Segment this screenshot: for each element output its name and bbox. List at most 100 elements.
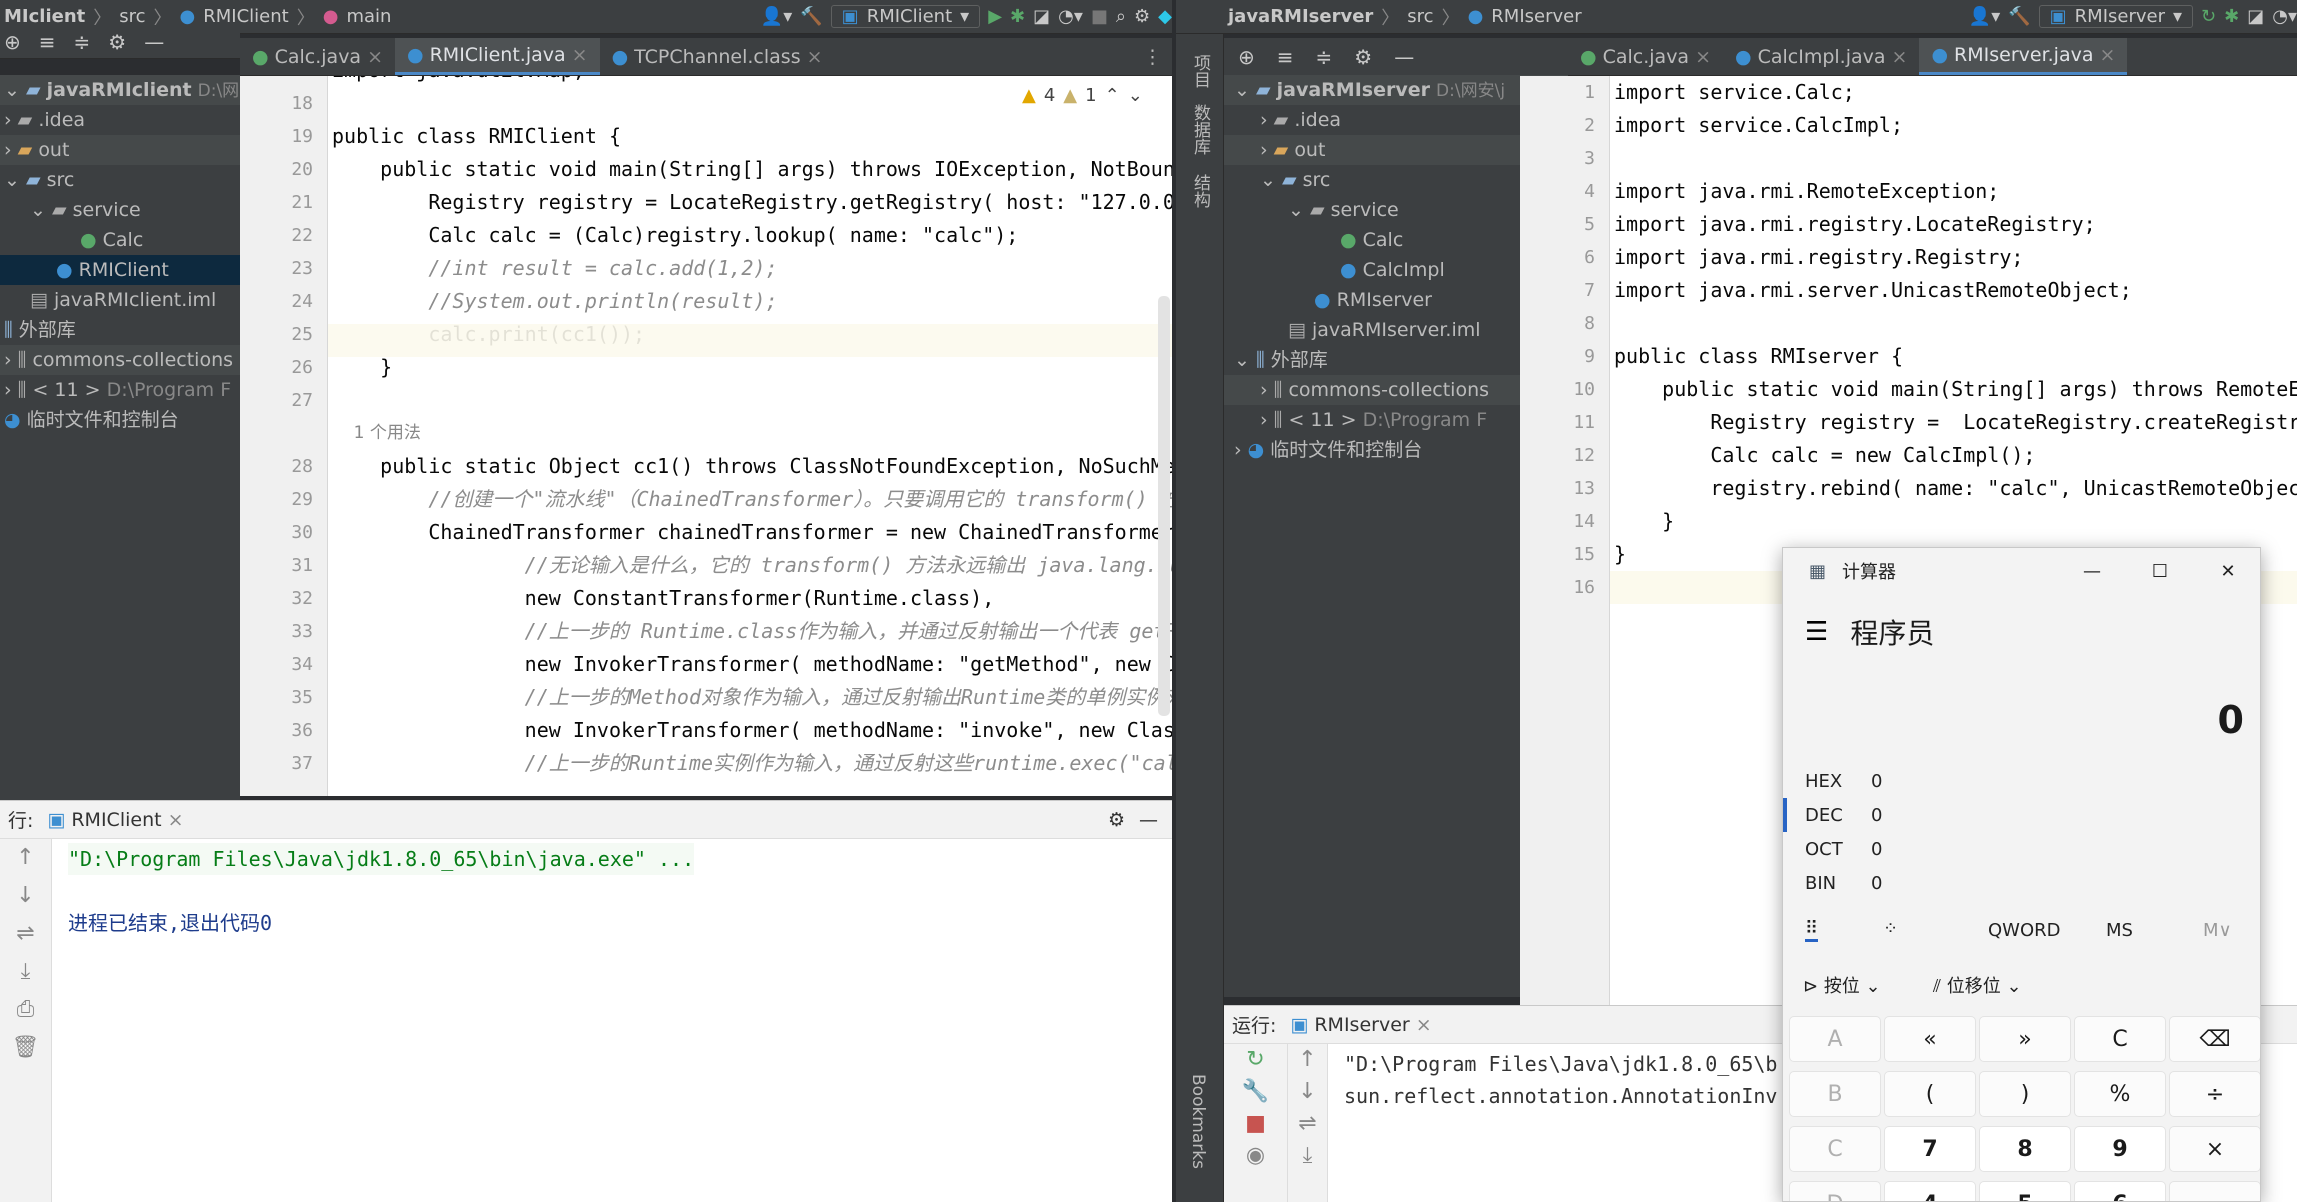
calc-key[interactable]: A	[1789, 1016, 1881, 1062]
base-row-dec[interactable]: DEC 0	[1783, 798, 2260, 832]
hammer-icon[interactable]: 🔨	[2008, 6, 2030, 27]
camera-icon[interactable]: ◉	[1224, 1140, 1287, 1172]
tree-item-rmiclient[interactable]: ● RMIClient	[0, 255, 240, 285]
tree-item-commons-collections[interactable]: › ⫼ commons-collections	[0, 345, 240, 375]
tree-item-src[interactable]: ⌄ ▰ src	[1224, 165, 1568, 195]
profile-icon[interactable]: ◔▾	[2272, 6, 2297, 27]
down-icon[interactable]: ↓	[0, 877, 51, 915]
nav-file[interactable]: RMIserver	[1491, 6, 1581, 27]
calc-key[interactable]: C	[1789, 1126, 1881, 1172]
calc-key[interactable]: ×	[2169, 1126, 2260, 1172]
calc-key[interactable]: 9	[2074, 1126, 2166, 1172]
stop-icon[interactable]: ■	[1091, 6, 1108, 27]
calc-key[interactable]: ⌫	[2169, 1016, 2260, 1062]
tree-item-scratches[interactable]: › ◕ 临时文件和控制台	[1224, 435, 1568, 465]
word-size-button[interactable]: QWORD	[1988, 920, 2061, 941]
memory-menu-button[interactable]: M∨	[2203, 920, 2232, 941]
project-tool-tab[interactable]: 项目	[1188, 54, 1213, 88]
tree-item-calc[interactable]: ● Calc	[0, 225, 240, 255]
calc-key[interactable]: 4	[1884, 1181, 1976, 1201]
chevron-up-icon[interactable]: ⌃	[1105, 85, 1120, 106]
left-console[interactable]: "D:\Program Files\Java\jdk1.8.0_65\bin\j…	[68, 843, 1168, 1193]
debug-icon[interactable]: ✱	[1010, 6, 1025, 27]
tree-item-out[interactable]: › ▰ out	[1224, 135, 1568, 165]
calc-key[interactable]: D	[1789, 1181, 1881, 1201]
tree-item-idea[interactable]: › ▰ .idea	[1224, 105, 1568, 135]
nav-src[interactable]: src	[119, 6, 145, 27]
base-row-hex[interactable]: HEX 0	[1783, 764, 2260, 798]
memory-store-button[interactable]: MS	[2106, 920, 2133, 941]
run-config-select[interactable]: ▣ RMIserver ▾	[2038, 5, 2194, 28]
close-icon[interactable]: ×	[367, 46, 383, 68]
left-scrollbar[interactable]	[1158, 296, 1170, 716]
calc-key[interactable]: )	[1979, 1071, 2071, 1117]
scroll-end-icon[interactable]: ⤓	[1288, 1140, 1327, 1172]
tree-item-calcimpl[interactable]: ● CalcImpl	[1224, 255, 1568, 285]
database-tool-tab[interactable]: 数据库	[1188, 104, 1213, 155]
collapse-all-icon[interactable]: ≑	[74, 30, 91, 54]
gear-icon[interactable]: ⚙	[108, 30, 126, 54]
rerun-icon[interactable]: ↻	[2201, 6, 2216, 27]
close-button[interactable]: ✕	[2194, 561, 2260, 582]
minimize-button[interactable]: —	[2058, 561, 2126, 582]
close-icon[interactable]: ×	[2100, 44, 2116, 66]
tree-item-root[interactable]: ⌄ ▰ javaRMIserver D:\网安\j	[1224, 75, 1568, 105]
close-icon[interactable]: ×	[1416, 1014, 1432, 1036]
minimize-icon[interactable]: —	[1394, 45, 1414, 69]
tree-item-jdk[interactable]: › ⫼ < 11 > D:\Program F	[0, 375, 240, 405]
tree-item-idea[interactable]: › ▰ .idea	[0, 105, 240, 135]
tree-item-external-libs[interactable]: ⫼ 外部库	[0, 315, 240, 345]
up-icon[interactable]: ↑	[1288, 1044, 1327, 1076]
maximize-button[interactable]: ☐	[2126, 561, 2194, 582]
bit-toggle-keypad-icon[interactable]: ⁘	[1883, 918, 1898, 939]
calc-key[interactable]: 5	[1979, 1181, 2071, 1201]
minimize-icon[interactable]: —	[144, 30, 164, 54]
profile-icon[interactable]: ◔▾	[1058, 6, 1083, 27]
base-row-oct[interactable]: OCT 0	[1783, 832, 2260, 866]
wrench-icon[interactable]: 🔧	[1224, 1076, 1287, 1108]
soft-wrap-icon[interactable]: ⇌	[1288, 1108, 1327, 1140]
bookmarks-tool-tab[interactable]: Bookmarks	[1188, 1074, 1208, 1169]
tree-item-service[interactable]: ⌄ ▰ service	[1224, 195, 1568, 225]
full-keypad-icon[interactable]: ⠿	[1805, 918, 1819, 942]
coverage-icon[interactable]: ◪	[2247, 6, 2264, 27]
trash-icon[interactable]: 🗑	[0, 1029, 51, 1067]
close-icon[interactable]: ×	[807, 46, 823, 68]
run-config-select[interactable]: ▣ RMIClient ▾	[830, 5, 981, 28]
calc-key[interactable]: ÷	[2169, 1071, 2260, 1117]
run-tab[interactable]: ▣ RMIserver ×	[1290, 1014, 1431, 1036]
calc-key[interactable]: C	[2074, 1016, 2166, 1062]
calc-key[interactable]: %	[2074, 1071, 2166, 1117]
tree-item-iml[interactable]: ▤ javaRMIserver.iml	[1224, 315, 1568, 345]
tree-item-iml[interactable]: ▤ javaRMIclient.iml	[0, 285, 240, 315]
tab-tcpchannel-class[interactable]: ● TCPChannel.class ×	[600, 38, 835, 75]
tree-item-jdk[interactable]: › ⫼ < 11 > D:\Program F	[1224, 405, 1568, 435]
tree-item-service[interactable]: ⌄ ▰ service	[0, 195, 240, 225]
stop-icon[interactable]: ■	[1224, 1108, 1287, 1140]
inspection-widget[interactable]: ▲ 4 ▲ 1 ⌃ ⌄	[1022, 82, 1172, 108]
nav-project[interactable]: javaRMIserver	[1228, 6, 1373, 27]
tree-item-commons-collections[interactable]: › ⫼ commons-collections	[1224, 375, 1568, 405]
scroll-end-icon[interactable]: ⤓	[0, 953, 51, 991]
settings-icon[interactable]: ⚙	[1134, 6, 1150, 27]
collapse-all-icon[interactable]: ≑	[1316, 45, 1333, 69]
run-tab[interactable]: ▣ RMIClient ×	[47, 809, 183, 831]
left-editor[interactable]: 17 18 19 20 21 22 23 24 25 26 27 28 29 30 31 32 33 34 35 36…	[240, 76, 1172, 796]
calc-key[interactable]: 8	[1979, 1126, 2071, 1172]
hammer-icon[interactable]: 🔨	[800, 6, 822, 27]
bitwise-dropdown[interactable]: ⊳ 按位 ⌄	[1803, 972, 1881, 998]
nav-method[interactable]: main	[346, 6, 391, 27]
more-tabs-icon[interactable]: ⋮	[1133, 38, 1172, 75]
expand-all-icon[interactable]: ≡	[1277, 45, 1294, 69]
search-icon[interactable]: ⌕	[1116, 6, 1126, 27]
structure-tool-tab[interactable]: 结构	[1188, 174, 1213, 208]
select-opened-icon[interactable]: ⊕	[1238, 45, 1255, 69]
tab-calcimpl-java[interactable]: ● CalcImpl.java ×	[1723, 38, 1919, 75]
calc-key[interactable]: «	[1884, 1016, 1976, 1062]
soft-wrap-icon[interactable]: ⇌	[0, 915, 51, 953]
tab-rmiclient-java[interactable]: ● RMIClient.java ×	[395, 38, 600, 75]
tree-item-calc[interactable]: ● Calc	[1224, 225, 1568, 255]
tree-item-external-libs[interactable]: ⌄ ⫼ 外部库	[1224, 345, 1568, 375]
collapse-icon[interactable]: ⊕	[4, 30, 21, 54]
down-icon[interactable]: ↓	[1288, 1076, 1327, 1108]
